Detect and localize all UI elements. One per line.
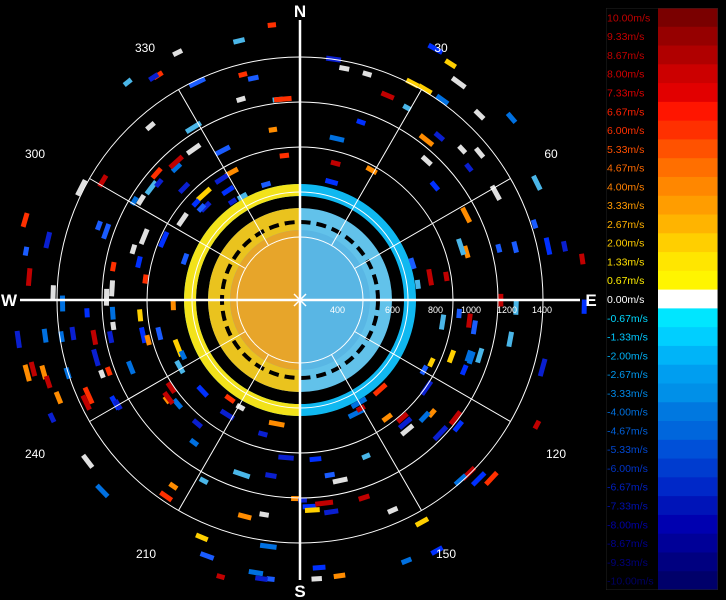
echo-dash <box>312 564 326 571</box>
legend-label: -8.00m/s <box>607 519 648 531</box>
legend-swatch <box>658 26 718 47</box>
range-label-1400: 1400 <box>532 305 552 315</box>
legend-swatch <box>658 83 718 103</box>
legend-swatch <box>658 101 718 122</box>
legend-swatch <box>658 270 718 291</box>
azimuth-label-60: 60 <box>544 147 558 161</box>
legend-label: 7.33m/s <box>607 87 644 99</box>
legend-swatch <box>658 345 718 366</box>
legend-label: 3.33m/s <box>607 200 644 212</box>
legend-label: 6.67m/s <box>607 106 644 118</box>
azimuth-label-30: 30 <box>434 41 448 55</box>
range-label-800: 800 <box>428 305 443 315</box>
echo-dash <box>84 308 90 318</box>
legend-swatch <box>658 364 718 384</box>
echo-dash <box>103 288 110 306</box>
azimuth-label-210: 210 <box>136 547 156 561</box>
legend-label: -3.33m/s <box>607 388 648 400</box>
legend-label: 8.00m/s <box>607 69 644 81</box>
legend-label: -6.00m/s <box>607 463 648 475</box>
legend-swatch <box>658 158 718 178</box>
compass-north-label: N <box>294 2 306 21</box>
legend-label: 1.33m/s <box>607 256 644 268</box>
compass-west-label: W <box>1 291 18 310</box>
azimuth-label-330: 330 <box>135 41 155 55</box>
legend-label: 8.67m/s <box>607 50 644 62</box>
legend-label: -4.00m/s <box>607 407 648 419</box>
legend-label: -6.67m/s <box>607 482 648 494</box>
range-label-1000: 1000 <box>461 305 481 315</box>
velocity-color-legend: 10.00m/s 9.33m/s 8.67m/s 8.00m/s 7.33m/s 6.67… <box>606 8 718 590</box>
legend-label: 0.00m/s <box>607 294 644 306</box>
legend-swatch <box>658 120 718 140</box>
echo-dash <box>109 280 116 297</box>
legend-swatch <box>658 552 718 572</box>
legend-label: -8.67m/s <box>607 538 648 550</box>
legend-swatch <box>658 8 718 28</box>
legend-label: 0.67m/s <box>607 275 644 287</box>
legend-swatch <box>658 421 718 441</box>
legend-label: -5.33m/s <box>607 444 648 456</box>
legend-swatch <box>658 64 718 84</box>
legend-label: -7.33m/s <box>607 501 648 513</box>
legend-swatch <box>658 45 718 65</box>
azimuth-label-150: 150 <box>436 547 456 561</box>
legend-swatch <box>658 176 718 197</box>
compass-east-label: E <box>585 291 596 310</box>
legend-swatch <box>658 252 718 272</box>
legend-label: -10.00m/s <box>607 576 654 588</box>
range-label-400: 400 <box>330 305 345 315</box>
legend-swatch <box>658 514 718 535</box>
legend-swatch <box>658 214 718 234</box>
legend-swatch <box>658 195 718 216</box>
legend-label: 9.33m/s <box>607 31 644 43</box>
legend-label: 2.00m/s <box>607 238 644 250</box>
echo-dash <box>304 507 320 513</box>
legend-label: -2.00m/s <box>607 350 648 362</box>
range-label-1200: 1200 <box>497 305 517 315</box>
legend-swatch <box>658 383 718 403</box>
legend-label: -2.67m/s <box>607 369 648 381</box>
echo-dash <box>311 575 323 582</box>
echo-dash <box>109 306 116 320</box>
legend-label: -0.67m/s <box>607 313 648 325</box>
legend-swatches <box>658 8 718 590</box>
legend-label: 2.67m/s <box>607 219 644 231</box>
legend-swatch <box>658 458 718 478</box>
legend-label: 4.00m/s <box>607 181 644 193</box>
azimuth-label-240: 240 <box>25 447 45 461</box>
legend-swatch <box>658 139 718 159</box>
echo-dash <box>59 295 66 312</box>
legend-swatch <box>658 289 718 309</box>
legend-label: 6.00m/s <box>607 125 644 137</box>
echo-dash <box>267 22 277 28</box>
compass-south-label: S <box>294 582 305 600</box>
legend-label: -1.33m/s <box>607 332 648 344</box>
radar-ppi-display: 400 600 800 1000 1200 1400 30 60 120 150… <box>0 0 600 600</box>
azimuth-label-300: 300 <box>25 147 45 161</box>
legend-swatch <box>658 439 718 460</box>
echo-dash <box>50 285 56 300</box>
legend-swatch <box>658 327 718 347</box>
range-label-600: 600 <box>385 305 400 315</box>
legend-label: 5.33m/s <box>607 144 644 156</box>
legend-swatch <box>658 571 718 590</box>
legend-swatch <box>658 308 718 328</box>
legend-label: -9.33m/s <box>607 557 648 569</box>
legend-swatch <box>658 233 718 253</box>
legend-swatch <box>658 496 718 516</box>
legend-label: 4.67m/s <box>607 163 644 175</box>
azimuth-label-120: 120 <box>546 447 566 461</box>
legend-swatch <box>658 533 718 553</box>
legend-label: -4.67m/s <box>607 425 648 437</box>
legend-swatch <box>658 477 718 497</box>
legend-label: 10.00m/s <box>607 12 650 24</box>
echo-dash <box>279 152 290 159</box>
legend-swatch <box>658 402 718 422</box>
